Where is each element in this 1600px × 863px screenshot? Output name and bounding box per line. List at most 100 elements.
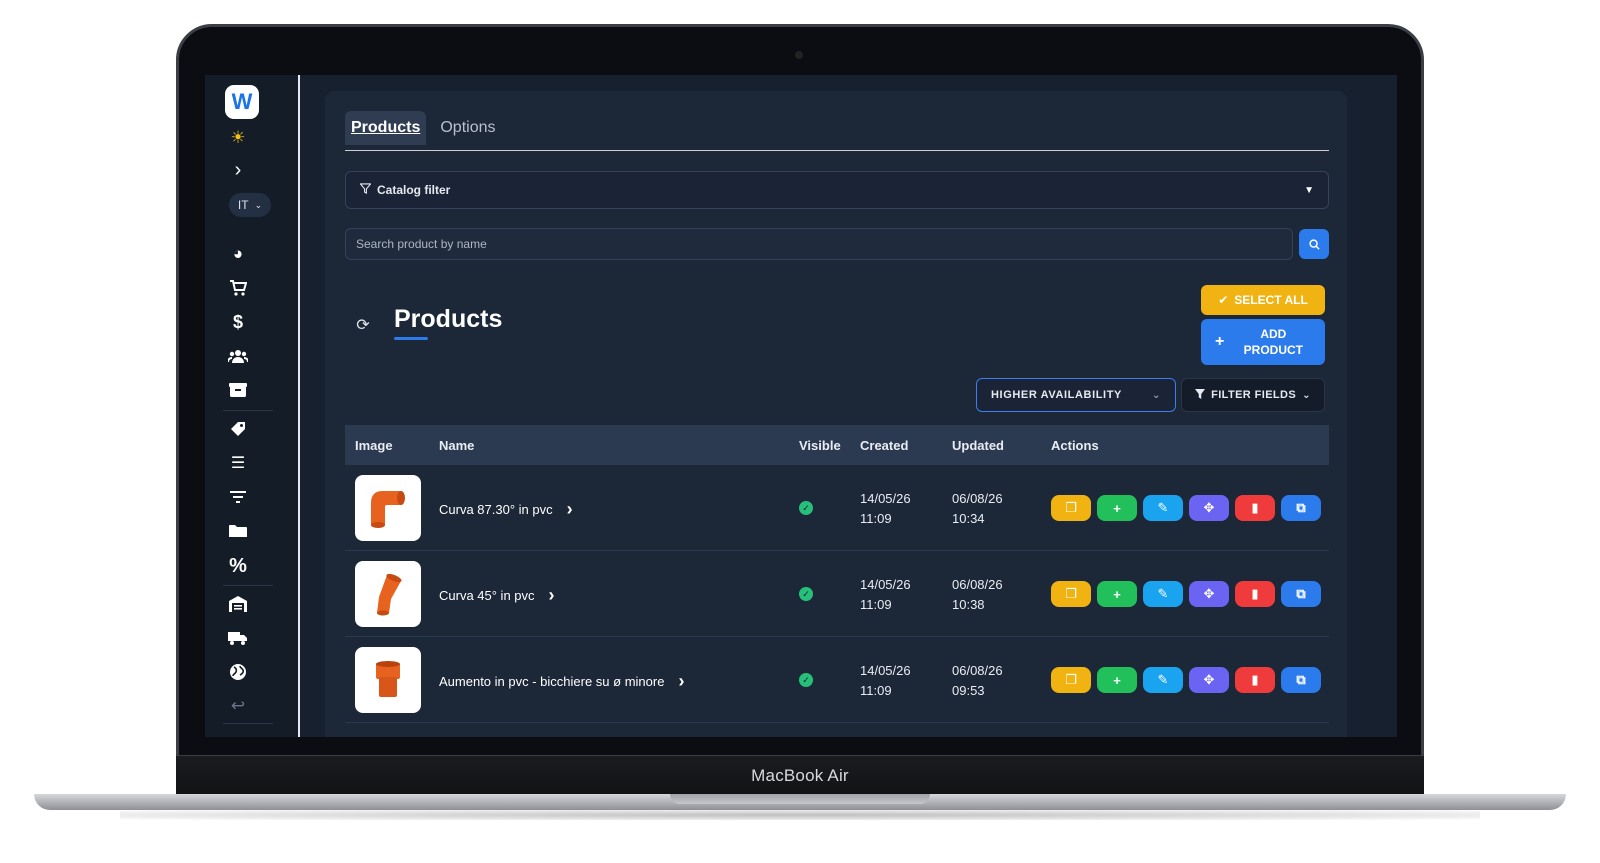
gallery-button[interactable]: ❐ — [1051, 495, 1091, 521]
product-name: Curva 87.30° in pvc — [439, 502, 553, 517]
created-date: 14/05/26 — [860, 577, 911, 592]
duplicate-button[interactable]: ⧉ — [1281, 581, 1321, 607]
delete-button[interactable]: ▮ — [1235, 495, 1275, 521]
add-product-label: ADD PRODUCT — [1238, 326, 1308, 358]
search-input[interactable]: Search product by name — [345, 228, 1293, 260]
select-all-label: SELECT ALL — [1234, 293, 1308, 307]
duplicate-button[interactable]: ⧉ — [1281, 495, 1321, 521]
globe-icon[interactable] — [227, 661, 249, 683]
language-select[interactable]: IT ⌄ — [229, 193, 271, 217]
catalog-filter-dropdown[interactable]: Catalog filter ▼ — [345, 171, 1329, 209]
box-icon[interactable] — [227, 379, 249, 401]
updated-cell: 06/08/26 10:34 — [952, 489, 1003, 529]
edit-button[interactable]: ✎ — [1143, 581, 1183, 607]
warehouse-icon[interactable] — [227, 593, 249, 615]
products-table: Image Name Visible Created Updated Actio… — [345, 425, 1329, 723]
product-image[interactable] — [355, 475, 421, 541]
move-icon: ✥ — [1203, 586, 1215, 601]
folder-icon[interactable] — [227, 520, 249, 542]
move-icon: ✥ — [1203, 500, 1215, 515]
add-variant-button[interactable]: + — [1097, 581, 1137, 607]
product-name: Curva 45° in pvc — [439, 588, 535, 603]
product-name: Aumento in pvc - bicchiere su ø minore — [439, 674, 665, 689]
add-variant-button[interactable]: + — [1097, 495, 1137, 521]
percent-icon[interactable]: % — [227, 555, 249, 577]
column-header-name[interactable]: Name — [439, 438, 474, 453]
sidebar-divider — [223, 723, 273, 724]
column-header-visible[interactable]: Visible — [799, 438, 841, 453]
images-icon: ❐ — [1065, 672, 1077, 687]
sun-icon[interactable]: ☀ — [227, 127, 249, 149]
column-header-created[interactable]: Created — [860, 438, 908, 453]
filter-fields-button[interactable]: FILTER FIELDS ⌄ — [1181, 378, 1325, 412]
return-icon[interactable]: ↩ — [227, 695, 249, 717]
check-icon: ✔ — [1218, 293, 1229, 307]
dollar-icon[interactable]: $ — [227, 311, 249, 333]
column-header-updated[interactable]: Updated — [952, 438, 1004, 453]
duplicate-button[interactable]: ⧉ — [1281, 667, 1321, 693]
edit-button[interactable]: ✎ — [1143, 495, 1183, 521]
product-name-link[interactable]: Aumento in pvc - bicchiere su ø minore › — [439, 671, 684, 692]
created-time: 11:09 — [860, 511, 892, 526]
users-icon[interactable] — [227, 345, 249, 367]
pencil-icon: ✎ — [1157, 672, 1169, 687]
add-product-label-line1: ADD — [1260, 327, 1287, 341]
created-cell: 14/05/26 11:09 — [860, 489, 911, 529]
select-all-button[interactable]: ✔ SELECT ALL — [1201, 285, 1325, 315]
cart-icon[interactable] — [227, 277, 249, 299]
move-button[interactable]: ✥ — [1189, 495, 1229, 521]
gallery-button[interactable]: ❐ — [1051, 581, 1091, 607]
laptop-chin: MacBook Air — [176, 756, 1424, 796]
chevron-right-icon: › — [548, 585, 555, 605]
updated-time: 10:34 — [952, 511, 985, 526]
visible-check-icon: ✓ — [799, 673, 813, 687]
chevron-down-icon: ⌄ — [254, 199, 263, 210]
add-variant-button[interactable]: + — [1097, 667, 1137, 693]
gallery-button[interactable]: ❐ — [1051, 667, 1091, 693]
move-button[interactable]: ✥ — [1189, 581, 1229, 607]
updated-time: 10:38 — [952, 597, 985, 612]
products-panel: Products Options Catalog filter ▼ Search… — [325, 91, 1347, 737]
laptop-lid: W ☀ › IT ⌄ ◕ $ ☰ % ↩ Products Options Ca… — [176, 24, 1424, 758]
chevron-down-icon: ⌄ — [1152, 389, 1161, 401]
row-actions: ❐ + ✎ ✥ ▮ ⧉ — [1051, 581, 1321, 607]
table-header: Image Name Visible Created Updated Actio… — [345, 425, 1329, 465]
truck-icon[interactable] — [227, 627, 249, 649]
funnel-icon — [1195, 388, 1206, 402]
app-logo[interactable]: W — [225, 85, 259, 119]
refresh-icon[interactable]: ⟳ — [353, 315, 373, 335]
copy-icon: ⧉ — [1296, 500, 1306, 515]
created-time: 11:09 — [860, 683, 892, 698]
search-button[interactable] — [1299, 229, 1329, 259]
edit-button[interactable]: ✎ — [1143, 667, 1183, 693]
app-screen: W ☀ › IT ⌄ ◕ $ ☰ % ↩ Products Options Ca… — [205, 75, 1397, 737]
copy-icon: ⧉ — [1296, 586, 1306, 601]
language-value: IT — [237, 198, 249, 212]
filter-icon[interactable] — [227, 486, 249, 508]
trash-icon: ▮ — [1251, 586, 1259, 601]
created-cell: 14/05/26 11:09 — [860, 661, 911, 701]
row-actions: ❐ + ✎ ✥ ▮ ⧉ — [1051, 667, 1321, 693]
tab-options[interactable]: Options — [434, 111, 501, 145]
tab-products[interactable]: Products — [345, 111, 427, 145]
visible-check-icon: ✓ — [799, 501, 813, 515]
product-name-link[interactable]: Curva 87.30° in pvc › — [439, 499, 573, 520]
product-image[interactable] — [355, 647, 421, 713]
product-name-link[interactable]: Curva 45° in pvc › — [439, 585, 555, 606]
list-icon[interactable]: ☰ — [227, 452, 249, 474]
sort-select[interactable]: HIGHER AVAILABILITY ⌄ — [976, 378, 1176, 412]
updated-cell: 06/08/26 10:38 — [952, 575, 1003, 615]
add-product-button[interactable]: + ADD PRODUCT — [1201, 319, 1325, 365]
tag-icon[interactable] — [227, 418, 249, 440]
pie-chart-icon[interactable]: ◕ — [227, 243, 249, 265]
move-button[interactable]: ✥ — [1189, 667, 1229, 693]
product-image[interactable] — [355, 561, 421, 627]
delete-button[interactable]: ▮ — [1235, 667, 1275, 693]
delete-button[interactable]: ▮ — [1235, 581, 1275, 607]
add-product-label-line2: PRODUCT — [1243, 343, 1304, 357]
sort-value: HIGHER AVAILABILITY — [991, 389, 1122, 401]
sidebar-divider — [223, 410, 273, 411]
chevron-right-icon[interactable]: › — [227, 159, 249, 181]
move-icon: ✥ — [1203, 672, 1215, 687]
laptop-notch — [670, 794, 930, 804]
